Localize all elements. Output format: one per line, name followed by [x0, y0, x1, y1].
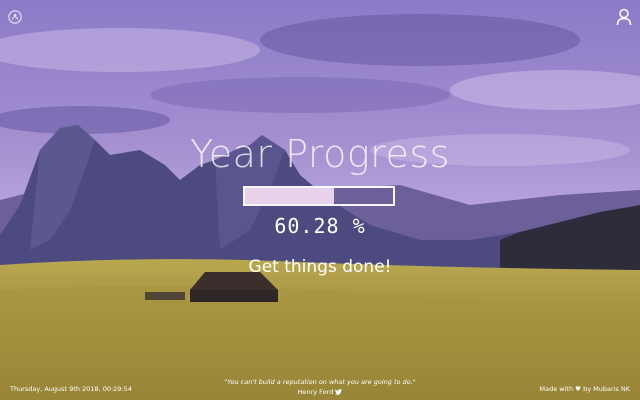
motto-text: Get things done! [248, 257, 392, 277]
year-progress-bar-fill [245, 188, 335, 204]
page-title: Year Progress [190, 132, 450, 176]
progress-percent: 60.28 % [274, 214, 366, 238]
twitter-icon[interactable] [335, 389, 343, 395]
credit-author[interactable]: by Mubaris NK [583, 385, 630, 393]
year-progress-bar [243, 186, 395, 206]
quote-author[interactable]: Henry Ford [298, 388, 334, 396]
heart-icon: ♥ [575, 385, 581, 393]
user-icon[interactable] [616, 8, 632, 26]
github-icon[interactable] [8, 10, 22, 24]
credit-prefix: Made with [539, 385, 574, 393]
footer-credit: Made with ♥ by Mubaris NK [540, 385, 631, 393]
